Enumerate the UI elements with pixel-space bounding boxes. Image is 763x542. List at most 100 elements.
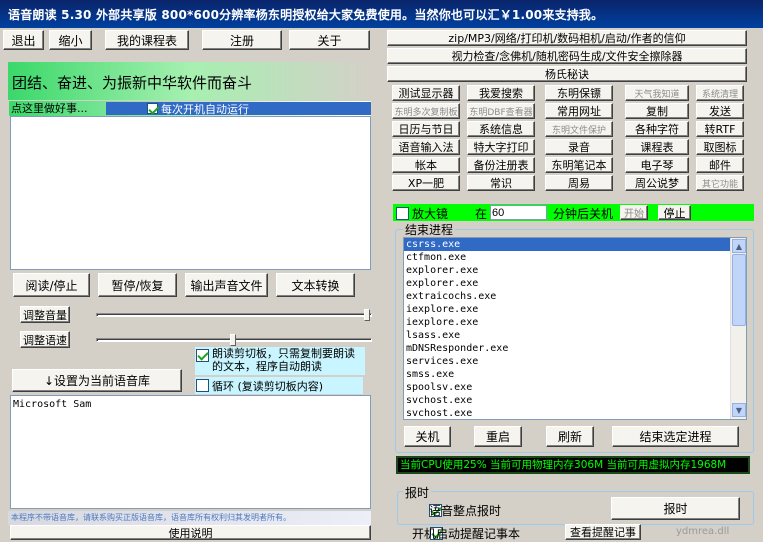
tool-button[interactable]: 备份注册表	[467, 157, 535, 173]
tool-button[interactable]: 常用网址	[545, 103, 613, 119]
autorun-checkbox[interactable]: 每次开机自动运行	[147, 102, 249, 116]
system-status-text: 当前CPU使用25% 当前可用物理内存306M 当前可用虚拟内存1968M	[400, 459, 727, 471]
start-timer-button[interactable]: 开始	[620, 205, 648, 220]
process-item[interactable]: explorer.exe	[404, 277, 731, 290]
minimize-button[interactable]: 缩小	[49, 30, 92, 50]
loop-option[interactable]: 循环 (复读剪切板内容)	[195, 377, 363, 394]
tool-button[interactable]: 常识	[467, 175, 535, 191]
process-item[interactable]: iexplore.exe	[404, 316, 731, 329]
volume-thumb[interactable]	[364, 309, 370, 321]
good-deed-link[interactable]: 点这里做好事...	[11, 101, 88, 116]
process-item[interactable]: spoolsv.exe	[404, 381, 731, 394]
clipboard-read-checkbox[interactable]	[196, 349, 209, 362]
register-button[interactable]: 注册	[202, 30, 282, 50]
read-stop-button[interactable]: 阅读/停止	[13, 273, 90, 297]
tool-button[interactable]: 天气我知道	[625, 85, 689, 101]
text-area[interactable]	[10, 116, 371, 270]
tool-button[interactable]: 电子琴	[625, 157, 689, 173]
secret-button[interactable]: 杨氏秘诀	[387, 66, 747, 82]
stop-timer-button[interactable]: 停止	[658, 205, 691, 220]
tool-button[interactable]: 邮件	[696, 157, 744, 173]
tool-button[interactable]: 我爱搜索	[467, 85, 535, 101]
process-item[interactable]: svchost.exe	[404, 394, 731, 407]
tool-button[interactable]: 语音输入法	[392, 139, 460, 155]
process-item[interactable]: iexplore.exe	[404, 303, 731, 316]
process-item[interactable]: smss.exe	[404, 368, 731, 381]
window-title: 语音朗读 5.30 外部共享版 800*600分辨率杨东明授权给大家免费使用。当…	[8, 8, 604, 22]
loop-checkbox[interactable]	[196, 379, 209, 392]
at-label: 在	[475, 207, 488, 221]
hourly-button[interactable]: 报时	[611, 497, 740, 520]
tool-button[interactable]: 课程表	[625, 139, 689, 155]
footer-notice: 本程序不带语音库，请联系购买正版语音库，语音库所有权利归其发明者所有。	[11, 513, 291, 522]
after-minutes-label: 分钟后关机	[553, 207, 614, 221]
restart-button[interactable]: 重启	[474, 426, 522, 447]
process-item[interactable]: explorer.exe	[404, 264, 731, 277]
tool-button[interactable]: 东明多次复制板	[392, 103, 460, 119]
magnifier-label: 放大镜	[412, 207, 449, 221]
tool-button[interactable]: 发送	[696, 103, 744, 119]
process-scrollbar[interactable]: ▲ ▼	[730, 238, 746, 419]
tool-button[interactable]: XP一肥	[392, 175, 460, 191]
text-convert-button[interactable]: 文本转换	[276, 273, 355, 297]
tool-button[interactable]: 转RTF	[696, 121, 744, 137]
tool-button[interactable]: 测试显示器	[392, 85, 460, 101]
tool-button[interactable]: 周易	[545, 175, 613, 191]
scroll-down-icon[interactable]: ▼	[732, 403, 746, 417]
tool-button[interactable]: 东明笔记本	[545, 157, 613, 173]
view-reminder-button[interactable]: 查看提醒记事	[565, 524, 641, 540]
process-list[interactable]: csrss.exe ctfmon.exe explorer.exe explorer.…	[403, 237, 747, 420]
help-button[interactable]: 使用说明	[10, 525, 371, 540]
shutdown-button[interactable]: 关机	[404, 426, 451, 447]
scroll-up-icon[interactable]: ▲	[732, 239, 746, 253]
process-item[interactable]: svchost.exe	[404, 407, 731, 419]
tool-button[interactable]: 系统信息	[467, 121, 535, 137]
tool-button[interactable]: 录音	[545, 139, 613, 155]
tool-button[interactable]: 日历与节日	[392, 121, 460, 137]
voice-item[interactable]: Microsoft Sam	[11, 396, 370, 413]
voice-list[interactable]: Microsoft Sam	[10, 395, 371, 509]
tool-button[interactable]: 周公说梦	[625, 175, 689, 191]
tool-button[interactable]: 取图标	[696, 139, 744, 155]
refresh-button[interactable]: 刷新	[546, 426, 594, 447]
hourly-group-title: 报时	[403, 484, 432, 501]
export-audio-button[interactable]: 输出声音文件	[185, 273, 268, 297]
tool-button[interactable]: 各种字符	[625, 121, 689, 137]
tool-button[interactable]: 东明文件保护	[545, 121, 613, 137]
hourly-label: 语音整点报时	[429, 504, 502, 518]
tool-button[interactable]: 复制	[625, 103, 689, 119]
zip-mp3-button[interactable]: zip/MP3/网络/打印机/数码相机/启动/作者的信仰	[387, 30, 747, 46]
magnifier-checkbox[interactable]	[396, 207, 409, 220]
exit-button[interactable]: 退出	[3, 30, 44, 50]
tool-button[interactable]: 系统清理	[696, 85, 744, 101]
autorun-check[interactable]	[147, 103, 158, 114]
clipboard-read-option[interactable]: 朗读剪切板，只需复制要朗读的文本，程序自动朗读	[195, 347, 365, 375]
speed-thumb[interactable]	[230, 334, 236, 346]
clipboard-read-label: 朗读剪切板，只需复制要朗读的文本，程序自动朗读	[212, 347, 355, 373]
process-item[interactable]: extraicochs.exe	[404, 290, 731, 303]
reminder-label: 开机启动提醒记事本	[412, 527, 521, 541]
watermark: ydmrea.dll	[676, 526, 730, 537]
set-voice-button[interactable]: ↓设置为当前语音库	[12, 369, 182, 392]
vision-button[interactable]: 视力检查/念佛机/随机密码生成/文件安全擦除器	[387, 48, 747, 64]
process-item[interactable]: lsass.exe	[404, 329, 731, 342]
tool-button[interactable]: 东明保镖	[545, 85, 613, 101]
end-process-button[interactable]: 结束选定进程	[612, 426, 739, 447]
system-status-bar: 当前CPU使用25% 当前可用物理内存306M 当前可用虚拟内存1968M	[396, 456, 750, 474]
tool-button[interactable]: 帐本	[392, 157, 460, 173]
process-group-title: 结束进程	[403, 221, 456, 238]
process-item[interactable]: csrss.exe	[404, 238, 731, 251]
process-item[interactable]: ctfmon.exe	[404, 251, 731, 264]
scroll-thumb[interactable]	[732, 254, 746, 326]
shutdown-minutes-input[interactable]	[490, 205, 547, 220]
about-button[interactable]: 关于	[289, 30, 370, 50]
tool-button[interactable]: 特大字打印	[467, 139, 535, 155]
pause-resume-button[interactable]: 暂停/恢复	[98, 273, 177, 297]
loop-label: 循环 (复读剪切板内容)	[212, 380, 324, 393]
process-item[interactable]: services.exe	[404, 355, 731, 368]
volume-slider[interactable]	[96, 313, 372, 317]
process-item[interactable]: mDNSResponder.exe	[404, 342, 731, 355]
tool-button[interactable]: 其它功能	[696, 175, 744, 191]
tool-button[interactable]: 东明DBF查看器	[467, 103, 535, 119]
my-courses-button[interactable]: 我的课程表	[105, 30, 189, 50]
